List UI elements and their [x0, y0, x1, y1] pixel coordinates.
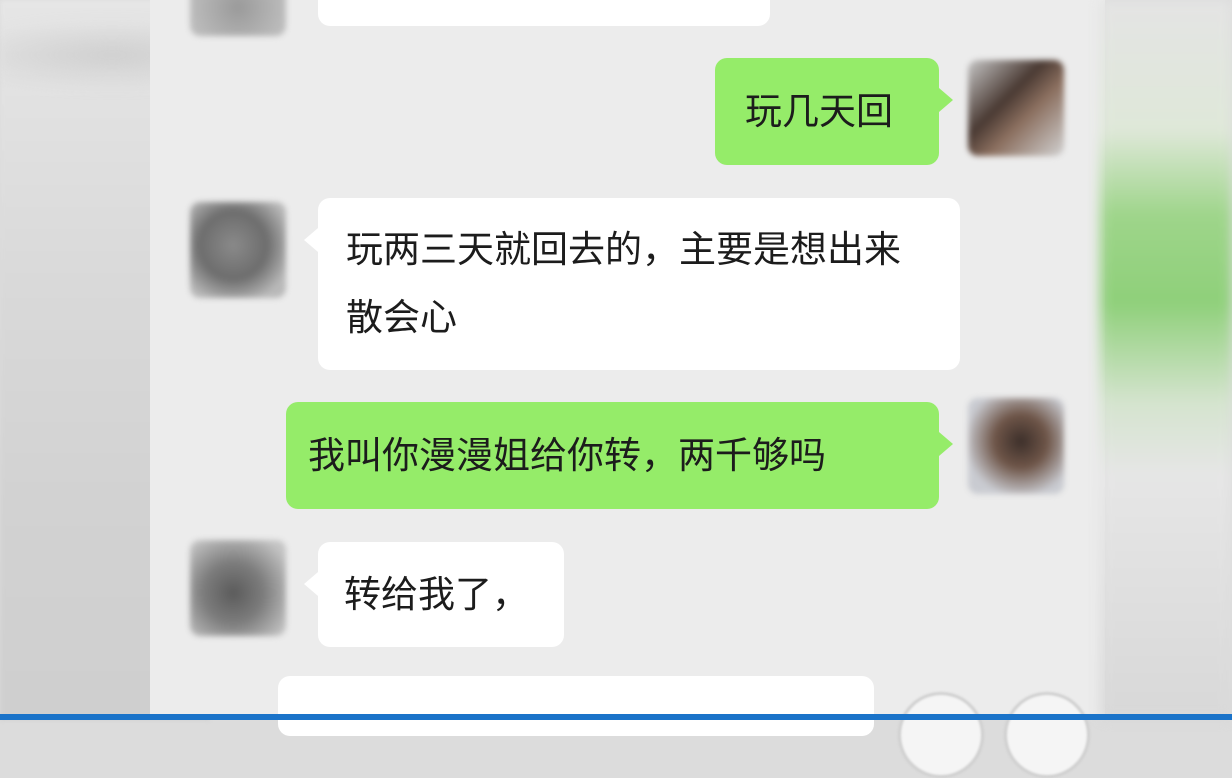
contact-avatar[interactable]	[190, 540, 286, 636]
message-text: 玩两三天就回去的，主要是想出来散会心	[346, 228, 901, 339]
message-bubble-partial-top[interactable]	[318, 0, 770, 26]
emoji-button-icon[interactable]	[898, 692, 984, 778]
message-bubble-incoming[interactable]: 玩两三天就回去的，主要是想出来散会心	[304, 198, 960, 370]
contact-avatar[interactable]	[190, 0, 286, 36]
message-text: 玩几天回	[745, 90, 893, 133]
message-bubble-outgoing[interactable]: 我叫你漫漫姐给你转，两千够吗	[286, 402, 953, 509]
message-text: 我叫你漫漫姐给你转，两千够吗	[308, 434, 826, 477]
message-bubble-partial-bottom[interactable]	[278, 676, 874, 736]
message-bubble-outgoing[interactable]: 玩几天回	[715, 58, 953, 165]
message-bubble-incoming[interactable]: 转给我了，	[304, 542, 564, 647]
contact-avatar[interactable]	[190, 202, 286, 298]
progress-bar	[0, 714, 1232, 720]
add-button-icon[interactable]	[1004, 692, 1090, 778]
user-avatar[interactable]	[968, 60, 1064, 156]
message-text: 转给我了，	[344, 573, 529, 616]
user-avatar[interactable]	[968, 398, 1064, 494]
blurred-background-right	[1100, 0, 1232, 720]
